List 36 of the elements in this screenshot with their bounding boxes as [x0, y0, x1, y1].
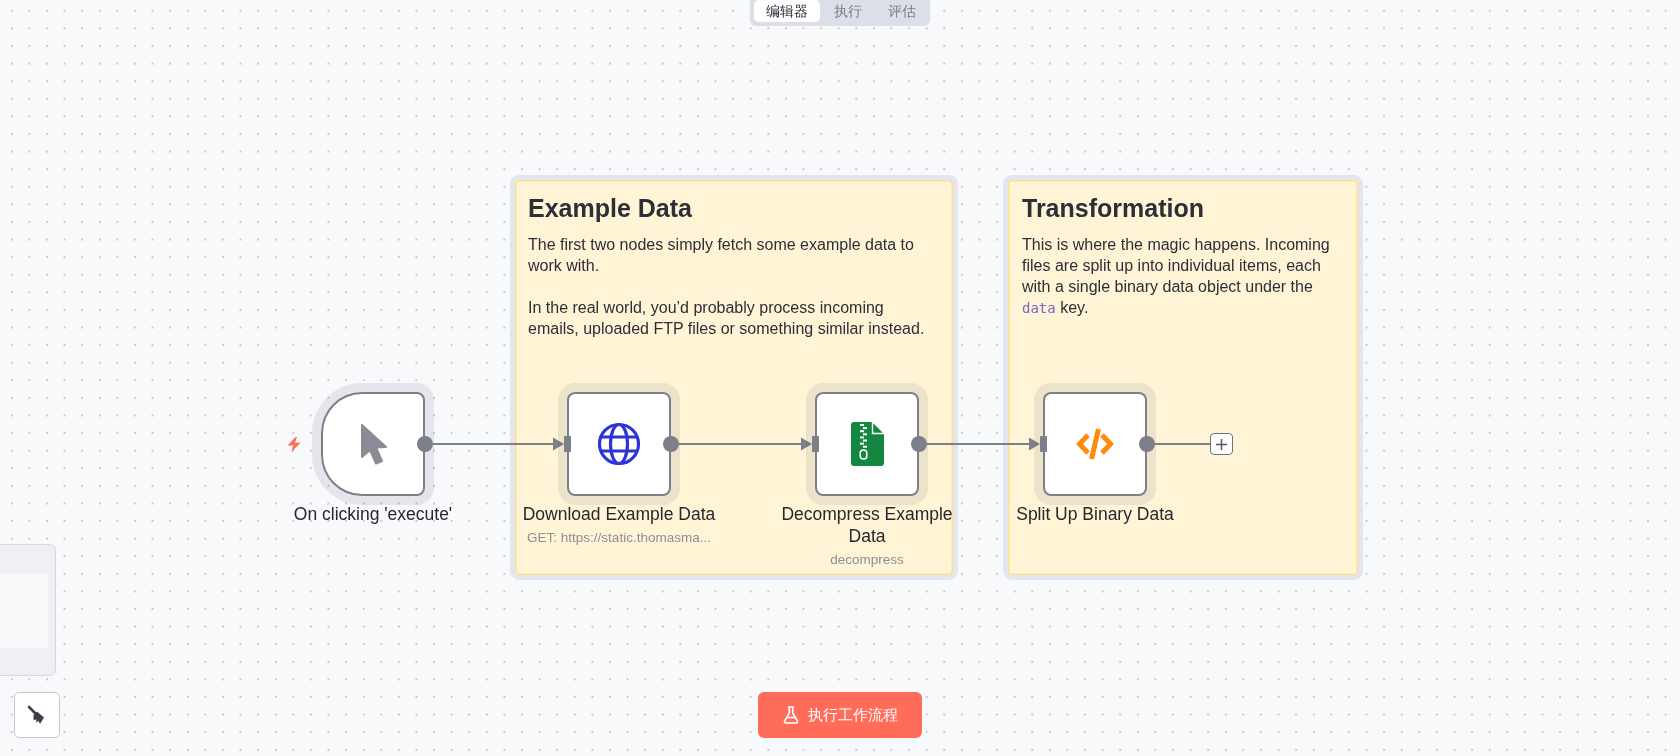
workflow-node[interactable] — [806, 383, 928, 505]
note-text: This is where the magic happens. Incoming files are split up into individual items, each with a single binary data object under the data key. — [1022, 235, 1331, 318]
output-handle[interactable] — [417, 436, 433, 452]
node-label: Split Up Binary Data — [1016, 503, 1174, 525]
view-tab[interactable]: 评估 — [876, 0, 928, 22]
output-handle[interactable] — [663, 436, 679, 452]
input-handle[interactable] — [564, 436, 571, 452]
clear-button[interactable] — [14, 692, 60, 738]
view-tab[interactable]: 执行 — [822, 0, 874, 22]
output-handle[interactable] — [1139, 436, 1155, 452]
node-label: Download Example Data — [522, 503, 716, 525]
input-handle[interactable] — [812, 436, 819, 452]
node-subtitle: decompress — [830, 551, 904, 569]
view-tab[interactable]: 编辑器 — [754, 0, 820, 22]
node-subtitle: GET: https://static.thomasma... — [527, 529, 711, 547]
lightning-icon — [287, 437, 301, 452]
workflow-node[interactable] — [1034, 383, 1156, 505]
note-text: The first two nodes simply fetch some example data to work with. — [528, 235, 915, 276]
note-text: In the real world, you’d probably process incoming emails, uploaded FTP files or something similar instead. — [528, 298, 926, 339]
trigger-node[interactable] — [312, 383, 434, 505]
add-node-button[interactable] — [1210, 433, 1233, 455]
cursor-icon — [358, 422, 388, 466]
note-title: Example Data — [528, 193, 692, 223]
node-label: On clicking 'execute' — [293, 503, 453, 525]
execute-workflow-button[interactable]: 执行工作流程 — [758, 692, 922, 738]
plus-icon — [1216, 438, 1227, 450]
flask-icon — [782, 706, 799, 724]
broom-icon — [27, 705, 47, 725]
connection-line — [1154, 443, 1211, 445]
input-handle[interactable] — [1040, 436, 1047, 452]
output-handle[interactable] — [911, 436, 927, 452]
node-label: Decompress Example Data — [780, 503, 954, 547]
note-title: Transformation — [1022, 193, 1204, 223]
workflow-node[interactable] — [558, 383, 680, 505]
zip-file-icon — [850, 422, 884, 466]
globe-icon — [597, 422, 641, 466]
